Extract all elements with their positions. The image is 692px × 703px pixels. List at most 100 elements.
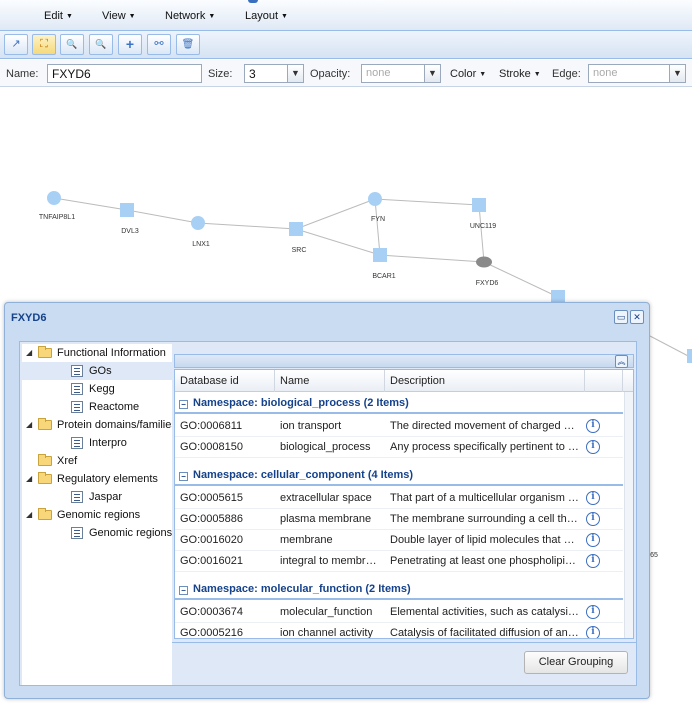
add-node-button[interactable]: + [118, 34, 142, 55]
tree-item[interactable]: ◢ Genomic regions [22, 506, 172, 524]
menu-layout[interactable]: Layout ▼ [245, 10, 288, 22]
window-title: FXYD6 [11, 312, 47, 324]
table-row[interactable]: GO:0008150 biological_process Any process … [175, 437, 623, 458]
opacity-select[interactable]: none [361, 64, 425, 83]
tree-item[interactable]: Jaspar [22, 488, 172, 506]
column-description[interactable]: Description [385, 370, 585, 392]
stroke-menu[interactable]: Stroke ▼ [499, 68, 541, 80]
collapse-group-icon[interactable]: − [179, 472, 188, 481]
opacity-dropdown-arrow[interactable]: ▼ [424, 64, 441, 83]
edge-select[interactable]: none [588, 64, 670, 83]
info-icon[interactable]: i [586, 491, 600, 505]
tree-item-label: Interpro [89, 437, 127, 449]
cell-name: ion transport [280, 420, 342, 432]
column-database-id[interactable]: Database id [175, 370, 275, 392]
collapse-button[interactable]: ︽ [615, 355, 628, 368]
chevron-down-icon: ▼ [128, 13, 136, 20]
list-document-icon [71, 365, 83, 377]
clear-grouping-button[interactable]: Clear Grouping [524, 651, 628, 674]
node-label: FYN [371, 216, 385, 223]
cell-name: molecular_function [280, 606, 373, 618]
category-tree: ◢ Functional Information GOs Kegg Reactome ◢ P… [22, 344, 172, 685]
expand-toggle-icon[interactable]: ◢ [26, 470, 32, 488]
size-select[interactable]: 3 [244, 64, 288, 83]
close-button[interactable]: ✕ [630, 310, 644, 324]
info-icon[interactable]: i [586, 512, 600, 526]
edge-dropdown-arrow[interactable]: ▼ [669, 64, 686, 83]
table-row[interactable]: GO:0003674 molecular_function Elemental ac… [175, 602, 623, 623]
group-header[interactable]: − Namespace: cellular_component (4 Items) [175, 464, 623, 486]
graph-node[interactable] [472, 198, 486, 212]
tree-item-label: Reactome [89, 401, 140, 413]
tree-item[interactable]: GOs [22, 362, 172, 380]
graph-node[interactable] [368, 192, 382, 206]
opacity-label: Opacity: [310, 68, 351, 80]
expand-toggle-icon[interactable]: ◢ [26, 344, 32, 362]
pointer-button[interactable]: ↗ [4, 34, 28, 55]
group-header[interactable]: − Namespace: biological_process (2 Items) [175, 392, 623, 414]
menu-bar: Edit ▼ View ▼ Network ▼ Layout ▼ [0, 0, 692, 31]
zoom-out-button[interactable]: 🔍 [89, 34, 113, 55]
expand-toggle-icon[interactable]: ◢ [26, 416, 32, 434]
graph-edge [295, 198, 376, 230]
cell-database-id: GO:0005216 [180, 627, 243, 639]
toolbar: ↗ ⛶ 🔍 🔍 + ⚯ 🗑 [0, 31, 692, 59]
tree-item[interactable]: Reactome [22, 398, 172, 416]
name-field[interactable]: FXYD6 [47, 64, 202, 83]
tree-item[interactable]: Interpro [22, 434, 172, 452]
cell-description: Any process specifically pertinent to th… [390, 441, 580, 453]
info-icon[interactable]: i [586, 554, 600, 568]
table-row[interactable]: GO:0005615 extracellular space That part o… [175, 488, 623, 509]
graph-node[interactable] [289, 222, 303, 236]
go-grid: Database id Name Description − Namespace:… [174, 369, 634, 639]
menu-view[interactable]: View ▼ [102, 10, 136, 22]
table-row[interactable]: GO:0005886 plasma membrane The membrane su… [175, 509, 623, 530]
info-icon[interactable]: i [586, 440, 600, 454]
graph-node[interactable] [191, 216, 205, 230]
chevron-down-icon: ▼ [428, 68, 437, 78]
list-document-icon [71, 527, 83, 539]
add-edge-button[interactable]: ⚯ [147, 34, 171, 55]
color-menu[interactable]: Color ▼ [450, 68, 486, 80]
info-icon[interactable]: i [586, 626, 600, 638]
graph-node[interactable] [687, 349, 692, 363]
fit-button[interactable]: ⛶ [32, 34, 56, 55]
cell-name: plasma membrane [280, 513, 372, 525]
table-row[interactable]: GO:0006811 ion transport The directed move… [175, 416, 623, 437]
grid-scrollbar[interactable] [624, 392, 633, 638]
group-header-label: Namespace: biological_process (2 Items) [193, 397, 409, 409]
column-name[interactable]: Name [275, 370, 385, 392]
table-row[interactable]: GO:0016021 integral to membrane Penetratin… [175, 551, 623, 572]
zoom-out-icon: 🔍 [95, 39, 107, 49]
menu-edit[interactable]: Edit ▼ [44, 10, 73, 22]
graph-edge [379, 254, 485, 263]
maximize-button[interactable]: ▭ [614, 310, 628, 324]
tree-item[interactable]: ◢ Protein domains/families [22, 416, 172, 434]
graph-node[interactable] [120, 203, 134, 217]
graph-node[interactable] [373, 248, 387, 262]
window-edge-sliver [248, 0, 258, 3]
collapse-group-icon[interactable]: − [179, 400, 188, 409]
group-header[interactable]: − Namespace: molecular_function (2 Items) [175, 578, 623, 600]
tree-item[interactable]: Genomic regions [22, 524, 172, 542]
tree-item[interactable]: ◢ Regulatory elements [22, 470, 172, 488]
node-label: LNX1 [192, 241, 210, 248]
table-row[interactable]: GO:0016020 membrane Double layer of lipid … [175, 530, 623, 551]
delete-button[interactable]: 🗑 [176, 34, 200, 55]
tree-item[interactable]: Xref [22, 452, 172, 470]
table-row[interactable]: GO:0005216 ion channel activity Catalysis … [175, 623, 623, 639]
chevron-down-icon: ▼ [291, 68, 300, 78]
size-dropdown-arrow[interactable]: ▼ [287, 64, 304, 83]
zoom-in-button[interactable]: 🔍 [60, 34, 84, 55]
expand-toggle-icon[interactable]: ◢ [26, 506, 32, 524]
info-icon[interactable]: i [586, 605, 600, 619]
info-icon[interactable]: i [586, 419, 600, 433]
graph-node[interactable] [476, 256, 492, 268]
info-icon[interactable]: i [586, 533, 600, 547]
tree-item[interactable]: ◢ Functional Information [22, 344, 172, 362]
graph-node[interactable] [47, 191, 61, 205]
collapse-group-icon[interactable]: − [179, 586, 188, 595]
tree-item[interactable]: Kegg [22, 380, 172, 398]
column-headers: Database id Name Description [175, 370, 633, 392]
menu-network[interactable]: Network ▼ [165, 10, 215, 22]
